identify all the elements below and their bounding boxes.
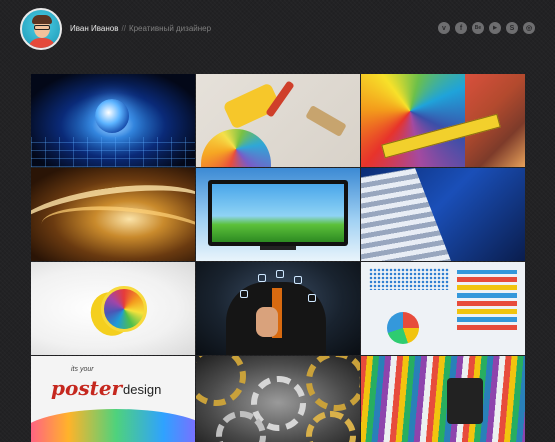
poster-text-line1: its your [71,366,94,373]
avatar-hair [32,15,52,24]
social-links: v f Be ▶ S ◎ [438,22,535,34]
rainbow-lemon-image [101,286,147,332]
gallery-tile-paint-tools[interactable] [196,74,360,167]
hand-image [256,307,278,337]
author-role: Креативный дизайнер [128,24,212,33]
gallery-tile-color-swatches[interactable] [361,74,525,167]
instagram-icon[interactable]: ◎ [523,22,535,34]
gear-image [306,356,360,411]
interface-icon [276,270,284,278]
bar-graph-image [457,270,517,330]
page-header: Иван Иванов//Креативный дизайнер v f Be … [0,0,555,58]
interface-icon [308,294,316,302]
paint-brush-image [305,104,347,138]
interface-icon [294,276,302,284]
gallery-tile-gears[interactable] [196,356,360,442]
gallery-tile-blue-stairs[interactable] [361,168,525,261]
color-fan-image [201,129,271,167]
skype-icon[interactable]: S [506,22,518,34]
gallery-tile-blue-tech[interactable] [31,74,195,167]
avatar[interactable] [20,8,62,50]
gear-image [196,356,246,406]
gallery-tile-touch-interface[interactable] [196,262,360,355]
poster-text-line3: design [123,382,162,397]
gallery-tile-tv-landscape[interactable] [196,168,360,261]
avatar-glasses [34,25,50,30]
pie-graph-image [387,312,419,344]
gallery-tile-golden-swirl[interactable] [31,168,195,261]
interface-icon [258,274,266,282]
tv-screen-image [212,184,344,242]
youtube-icon[interactable]: ▶ [489,22,501,34]
author-name[interactable]: Иван Иванов [70,24,118,33]
gallery-tile-infographic[interactable] [361,262,525,355]
vimeo-icon[interactable]: v [438,22,450,34]
gear-image [306,411,356,442]
gallery-tile-print-colors[interactable] [361,356,525,442]
author-separator: // [121,24,126,33]
grid-floor-image [31,137,195,167]
gallery-tile-rainbow-lemon[interactable] [31,262,195,355]
poster-text-line2: poster [51,376,123,400]
glowing-orb-image [95,99,129,133]
loupe-image [447,378,483,424]
avatar-shirt [28,38,56,48]
gallery-tile-poster-design[interactable]: its your poster design [31,356,195,442]
facebook-icon[interactable]: f [455,22,467,34]
tv-image [208,180,348,246]
tv-stand-image [260,246,296,250]
behance-icon[interactable]: Be [472,22,484,34]
stairs-image [361,168,451,261]
portfolio-gallery: its your poster design [31,74,525,442]
world-map-image [369,268,449,290]
author-line: Иван Иванов//Креативный дизайнер [70,24,211,33]
color-wave-image [31,409,195,442]
interface-icon [240,290,248,298]
